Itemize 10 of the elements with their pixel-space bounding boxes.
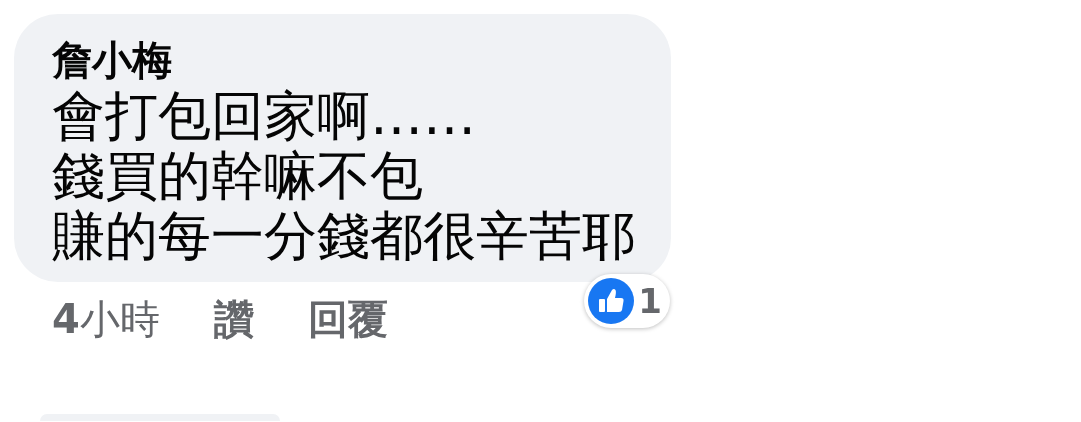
like-link[interactable]: 讚 [213,294,254,344]
reply-link[interactable]: 回覆 [307,294,388,344]
reaction-badge[interactable]: 1 [584,274,670,328]
thumbs-up-icon [588,278,635,324]
comment-time[interactable]: 4小時 [52,294,160,344]
comment-text: 賺的每一分錢都很辛苦耶 [52,206,635,266]
comment-text: 會打包回家啊…… [52,86,476,146]
comment-text: 錢買的幹嘛不包 [52,146,423,206]
reaction-count: 1 [638,280,662,323]
author-name[interactable]: 詹小梅 [52,34,172,86]
